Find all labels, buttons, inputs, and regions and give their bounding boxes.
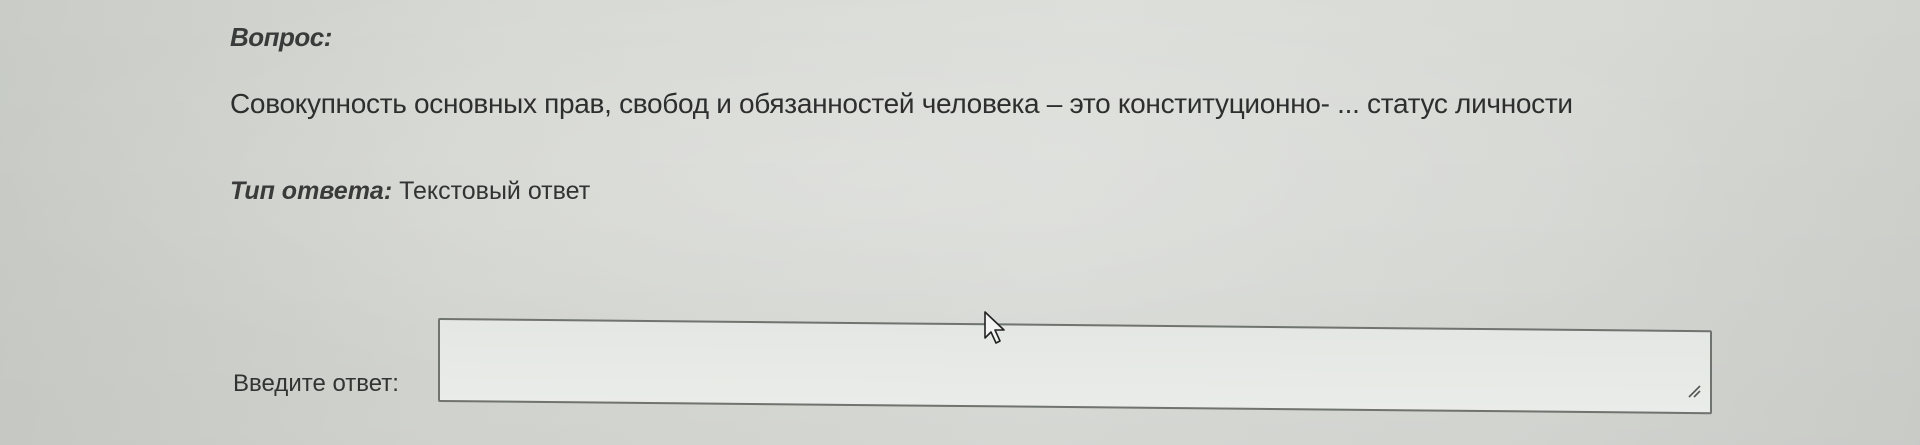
quiz-page: Вопрос: Совокупность основных прав, своб…: [0, 0, 1920, 445]
mouse-pointer-icon: [984, 311, 1005, 344]
answer-label: Введите ответ:: [233, 370, 399, 397]
resize-grip-icon[interactable]: [1686, 383, 1702, 399]
answer-input[interactable]: [438, 318, 1712, 415]
question-text: Совокупность основных прав, свобод и обя…: [230, 88, 1573, 119]
answer-type-row: Тип ответа: Текстовый ответ: [230, 177, 590, 206]
answer-type-value: Текстовый ответ: [392, 177, 591, 205]
question-label: Вопрос:: [230, 22, 332, 52]
answer-type-label: Тип ответа:: [230, 177, 393, 205]
